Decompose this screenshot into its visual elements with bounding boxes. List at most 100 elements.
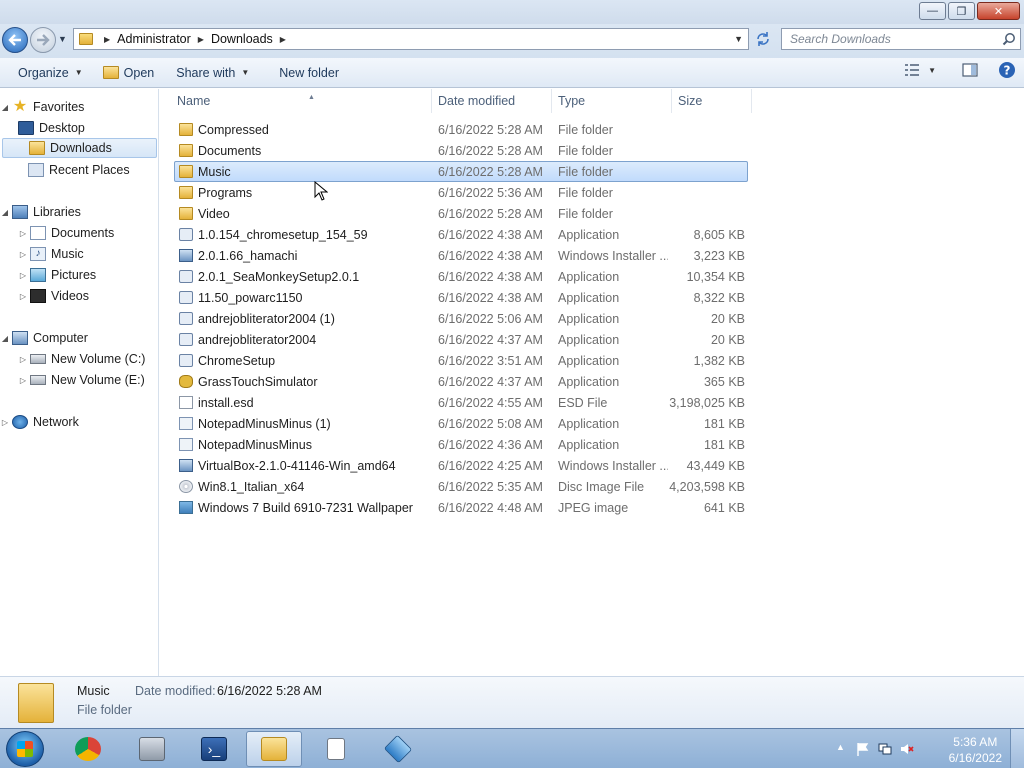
- help-icon[interactable]: ?: [998, 61, 1016, 79]
- address-bar[interactable]: ▶ Administrator ▶ Downloads ▶ ▼: [73, 28, 749, 50]
- organize-label: Organize: [18, 65, 69, 80]
- file-type: Application: [558, 438, 620, 452]
- sidebar-label: Documents: [51, 226, 115, 240]
- sidebar-item-network[interactable]: ▷ Network: [0, 412, 157, 432]
- share-with-button[interactable]: Share with ▼: [168, 61, 257, 85]
- chevron-down-icon[interactable]: ▼: [734, 34, 743, 44]
- file-row[interactable]: 2.0.1.66_hamachi 6/16/2022 4:38 AM Windows…: [174, 245, 748, 266]
- breadcrumb-downloads[interactable]: Downloads: [211, 32, 273, 46]
- sidebar-item-desktop[interactable]: Desktop: [0, 118, 157, 138]
- file-row[interactable]: Video 6/16/2022 5:28 AM File folder: [174, 203, 748, 224]
- back-button[interactable]: [2, 27, 28, 53]
- expand-icon[interactable]: ▷: [18, 271, 28, 280]
- column-header-size[interactable]: Size: [672, 89, 752, 113]
- change-view-icon[interactable]: [904, 63, 920, 77]
- breadcrumb-separator-icon[interactable]: ▶: [280, 35, 286, 44]
- expand-icon[interactable]: ▷: [18, 229, 28, 238]
- recent-pages-dropdown-icon[interactable]: ▼: [58, 34, 67, 44]
- sidebar-item-pictures[interactable]: ▷ Pictures: [0, 265, 157, 285]
- file-row[interactable]: andrejobliterator2004 6/16/2022 4:37 AM Ap…: [174, 329, 748, 350]
- taskbar-server-manager[interactable]: [124, 731, 180, 767]
- sidebar-item-volume-e[interactable]: ▷ New Volume (E:): [0, 370, 157, 390]
- taskbar-file[interactable]: [308, 731, 364, 767]
- file-size: 20 KB: [710, 312, 745, 326]
- expand-icon[interactable]: ▷: [0, 418, 10, 427]
- taskbar-chrome[interactable]: [60, 731, 116, 767]
- search-input[interactable]: Search Downloads: [781, 28, 1021, 50]
- sidebar-label: Pictures: [51, 268, 97, 282]
- taskbar-virtualbox[interactable]: [370, 731, 426, 767]
- search-icon[interactable]: [1002, 32, 1016, 46]
- file-name: ChromeSetup: [198, 354, 276, 368]
- sidebar-item-libraries[interactable]: ◢ Libraries: [0, 202, 157, 222]
- file-row[interactable]: Win8.1_Italian_x64 6/16/2022 5:35 AM Disc …: [174, 476, 748, 497]
- view-options-chevron-icon[interactable]: ▼: [928, 66, 936, 75]
- column-header-name[interactable]: Name ▲: [171, 89, 432, 113]
- file-row[interactable]: Programs 6/16/2022 5:36 AM File folder: [174, 182, 748, 203]
- file-row[interactable]: 2.0.1_SeaMonkeySetup2.0.1 6/16/2022 4:38 …: [174, 266, 748, 287]
- file-row[interactable]: Music 6/16/2022 5:28 AM File folder: [174, 161, 748, 182]
- drive-icon: [30, 375, 46, 385]
- expand-icon[interactable]: ◢: [0, 334, 10, 343]
- breadcrumb-separator-icon[interactable]: ▶: [198, 35, 204, 44]
- folder-icon: [179, 144, 193, 157]
- file-row[interactable]: andrejobliterator2004 (1) 6/16/2022 5:06 …: [174, 308, 748, 329]
- file-row[interactable]: Documents 6/16/2022 5:28 AM File folder: [174, 140, 748, 161]
- expand-icon[interactable]: ▷: [18, 250, 28, 259]
- file-row[interactable]: VirtualBox-2.1.0-41146-Win_amd64 6/16/202…: [174, 455, 748, 476]
- expand-icon[interactable]: ▷: [18, 355, 28, 364]
- sidebar-item-videos[interactable]: ▷ Videos: [0, 286, 157, 306]
- file-type: Application: [558, 312, 620, 326]
- sidebar-item-downloads[interactable]: Downloads: [2, 138, 157, 158]
- network-status-icon[interactable]: [878, 742, 892, 756]
- sidebar-item-favorites[interactable]: ◢ ★ Favorites: [0, 97, 157, 117]
- open-button[interactable]: Open: [95, 61, 163, 85]
- show-hidden-icons-icon[interactable]: ▲: [836, 742, 850, 756]
- expand-icon[interactable]: ▷: [18, 292, 28, 301]
- minimize-button[interactable]: —: [919, 2, 946, 20]
- file-row[interactable]: NotepadMinusMinus (1) 6/16/2022 5:08 AM Ap…: [174, 413, 748, 434]
- volume-muted-icon[interactable]: [900, 742, 914, 756]
- forward-button[interactable]: [30, 27, 56, 53]
- taskbar-powershell[interactable]: ›_: [186, 731, 242, 767]
- file-row[interactable]: Windows 7 Build 6910-7231 Wallpaper 6/16/…: [174, 497, 748, 518]
- sidebar-item-music[interactable]: ▷ ♪ Music: [0, 244, 157, 264]
- file-type: File folder: [558, 123, 613, 137]
- expand-icon[interactable]: ▷: [18, 376, 28, 385]
- breadcrumb-administrator[interactable]: Administrator: [117, 32, 191, 46]
- preview-pane-icon[interactable]: [962, 63, 978, 77]
- sidebar-item-recent-places[interactable]: Recent Places: [0, 160, 157, 180]
- column-header-date[interactable]: Date modified: [432, 89, 552, 113]
- refresh-icon: [757, 32, 769, 46]
- file-date-modified: 6/16/2022 5:35 AM: [438, 480, 543, 494]
- expand-icon[interactable]: ◢: [0, 103, 10, 112]
- file-size: 8,605 KB: [693, 228, 745, 242]
- clock[interactable]: 5:36 AM 6/16/2022: [949, 734, 1002, 766]
- refresh-button[interactable]: [752, 28, 774, 50]
- column-header-type[interactable]: Type: [552, 89, 672, 113]
- new-folder-button[interactable]: New folder: [271, 61, 347, 85]
- file-row[interactable]: 1.0.154_chromesetup_154_59 6/16/2022 4:38…: [174, 224, 748, 245]
- recent-places-icon: [28, 163, 44, 177]
- breadcrumb-separator-icon[interactable]: ▶: [104, 35, 110, 44]
- file-row[interactable]: ChromeSetup 6/16/2022 3:51 AM Application 1…: [174, 350, 748, 371]
- sidebar-item-volume-c[interactable]: ▷ New Volume (C:): [0, 349, 157, 369]
- expand-icon[interactable]: ◢: [0, 208, 10, 217]
- show-desktop-button[interactable]: [1010, 729, 1024, 768]
- action-center-flag-icon[interactable]: [856, 742, 870, 756]
- file-row[interactable]: 11.50_powarc1150 6/16/2022 4:38 AM Applica…: [174, 287, 748, 308]
- file-row[interactable]: Compressed 6/16/2022 5:28 AM File folder: [174, 119, 748, 140]
- music-icon: ♪: [30, 247, 46, 261]
- file-row[interactable]: GrassTouchSimulator 6/16/2022 4:37 AM Appl…: [174, 371, 748, 392]
- sidebar-item-computer[interactable]: ◢ Computer: [0, 328, 157, 348]
- file-row[interactable]: install.esd 6/16/2022 4:55 AM ESD File 3,19…: [174, 392, 748, 413]
- start-button[interactable]: [6, 731, 44, 767]
- file-row[interactable]: NotepadMinusMinus 6/16/2022 4:36 AM Applic…: [174, 434, 748, 455]
- organize-button[interactable]: Organize ▼: [10, 61, 91, 85]
- maximize-button[interactable]: ❐: [948, 2, 975, 20]
- sidebar-item-documents[interactable]: ▷ Documents: [0, 223, 157, 243]
- taskbar-explorer[interactable]: [246, 731, 302, 767]
- close-button[interactable]: ✕: [977, 2, 1020, 20]
- file-size: 10,354 KB: [686, 270, 745, 284]
- file-size: 43,449 KB: [686, 459, 745, 473]
